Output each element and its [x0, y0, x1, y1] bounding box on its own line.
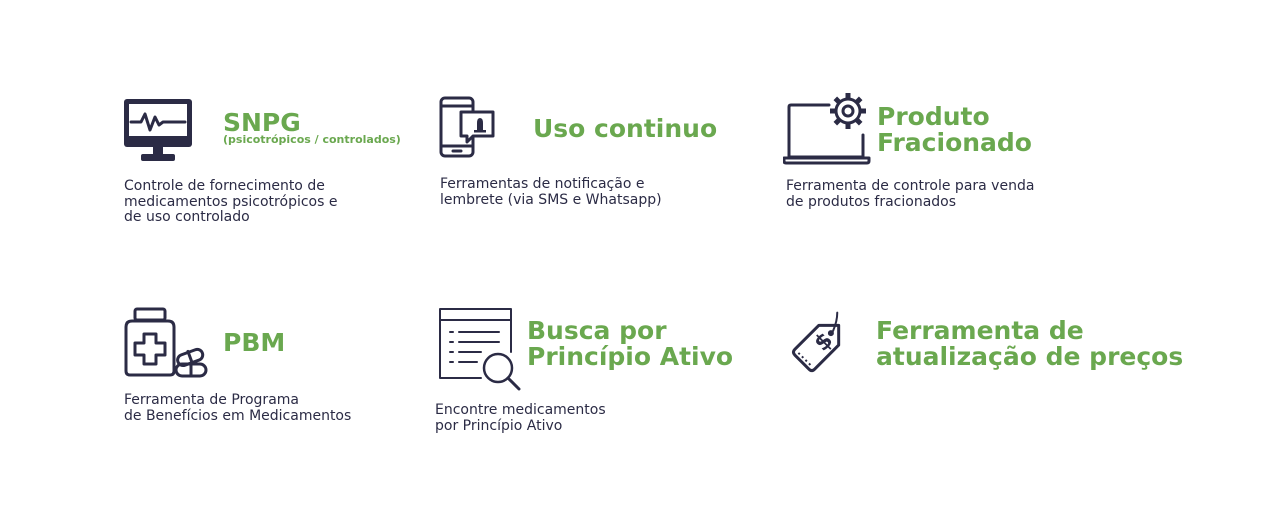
price-tag-dollar-icon: $ — [791, 311, 841, 373]
feature-title: SNPG — [223, 108, 301, 137]
medicine-bottle-pills-icon — [124, 307, 208, 378]
feature-title-line2: Princípio Ativo — [527, 342, 734, 371]
feature-subtitle: (psicotrópicos / controlados) — [223, 133, 401, 146]
feature-title-line1: Busca por — [527, 316, 667, 345]
feature-title-line2: Fracionado — [877, 128, 1032, 157]
feature-description: Ferramenta de controle para venda de pro… — [786, 178, 1035, 210]
document-search-icon — [439, 308, 521, 391]
feature-title-line2: atualização de preços — [876, 342, 1184, 371]
feature-title: Uso continuo — [533, 114, 718, 143]
feature-description: Ferramentas de notificação e lembrete (v… — [440, 176, 662, 208]
laptop-gear-icon — [783, 93, 871, 165]
monitor-heartbeat-icon — [124, 99, 192, 161]
smartphone-notification-icon — [439, 96, 495, 158]
feature-description: Controle de fornecimento de medicamentos… — [124, 178, 338, 225]
feature-title-line1: Ferramenta de — [876, 316, 1084, 345]
feature-title-line1: Produto — [877, 102, 990, 131]
feature-description: Encontre medicamentos por Princípio Ativ… — [435, 402, 606, 434]
feature-title: PBM — [223, 328, 286, 357]
feature-description: Ferramenta de Programa de Benefícios em … — [124, 392, 352, 424]
